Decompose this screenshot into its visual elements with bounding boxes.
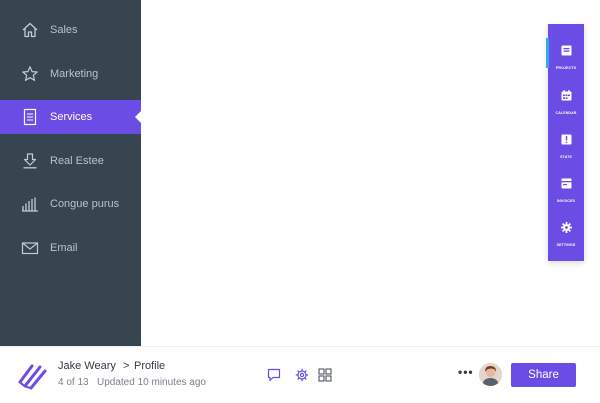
download-icon	[21, 152, 39, 170]
share-button[interactable]: Share	[511, 363, 576, 387]
projects-icon	[561, 43, 572, 61]
star-icon	[21, 65, 39, 83]
breadcrumb-page[interactable]: Profile	[134, 360, 165, 372]
rail-item-calendar[interactable]: CALENDAR	[548, 88, 584, 128]
sidebar-item-sales[interactable]: Sales	[0, 13, 141, 47]
sidebar-item-email[interactable]: Email	[0, 231, 141, 265]
bottom-bar: Jake Weary > Profile 4 of 13 Updated 10 …	[0, 346, 600, 403]
sidebar-item-services[interactable]: Services	[0, 100, 141, 134]
brand-logo-icon	[18, 360, 48, 390]
sidebar-item-label: Marketing	[50, 68, 99, 80]
stats-icon	[561, 132, 572, 150]
sidebar-item-label: Congue purus	[50, 198, 120, 210]
sidebar: Sales Marketing Services Real Estee Cong…	[0, 0, 141, 346]
sidebar-item-real-estee[interactable]: Real Estee	[0, 144, 141, 178]
rail-item-projects[interactable]: PROJECTS	[548, 43, 584, 83]
home-icon	[21, 21, 39, 39]
invoices-icon	[561, 176, 572, 194]
bar-chart-icon	[21, 195, 39, 213]
last-updated: Updated 10 minutes ago	[97, 377, 206, 388]
breadcrumb-separator: >	[123, 360, 130, 372]
rail-item-stats[interactable]: STATS	[548, 132, 584, 172]
rail-item-label: STATS	[560, 155, 572, 159]
document-icon	[21, 108, 39, 126]
sidebar-item-label: Email	[50, 242, 78, 254]
sidebar-item-marketing[interactable]: Marketing	[0, 57, 141, 91]
grid-icon[interactable]	[318, 368, 332, 382]
quick-actions-rail: PROJECTS CALENDAR STATS INVOICES SETTING…	[546, 24, 584, 261]
gear-icon[interactable]	[295, 368, 309, 382]
more-options-button[interactable]: •••	[458, 365, 474, 379]
mail-icon	[21, 239, 39, 257]
sidebar-item-congue-purus[interactable]: Congue purus	[0, 187, 141, 221]
comment-icon[interactable]	[267, 368, 281, 382]
rail-item-settings[interactable]: SETTINGS	[548, 220, 584, 260]
avatar[interactable]	[479, 363, 502, 386]
rail-item-label: PROJECTS	[555, 66, 577, 70]
rail-item-invoices[interactable]: INVOICES	[548, 176, 584, 216]
calendar-icon	[561, 88, 572, 106]
sidebar-item-label: Services	[50, 111, 93, 123]
rail-item-label: SETTINGS	[556, 243, 576, 247]
rail-item-label: INVOICES	[557, 199, 575, 203]
sidebar-item-label: Sales	[50, 24, 78, 36]
settings-icon	[560, 220, 572, 238]
page-count: 4 of 13	[58, 377, 89, 388]
user-name-link[interactable]: Jake Weary	[58, 360, 116, 372]
rail-item-label: CALENDAR	[555, 111, 577, 115]
sidebar-item-label: Real Estee	[50, 155, 104, 167]
